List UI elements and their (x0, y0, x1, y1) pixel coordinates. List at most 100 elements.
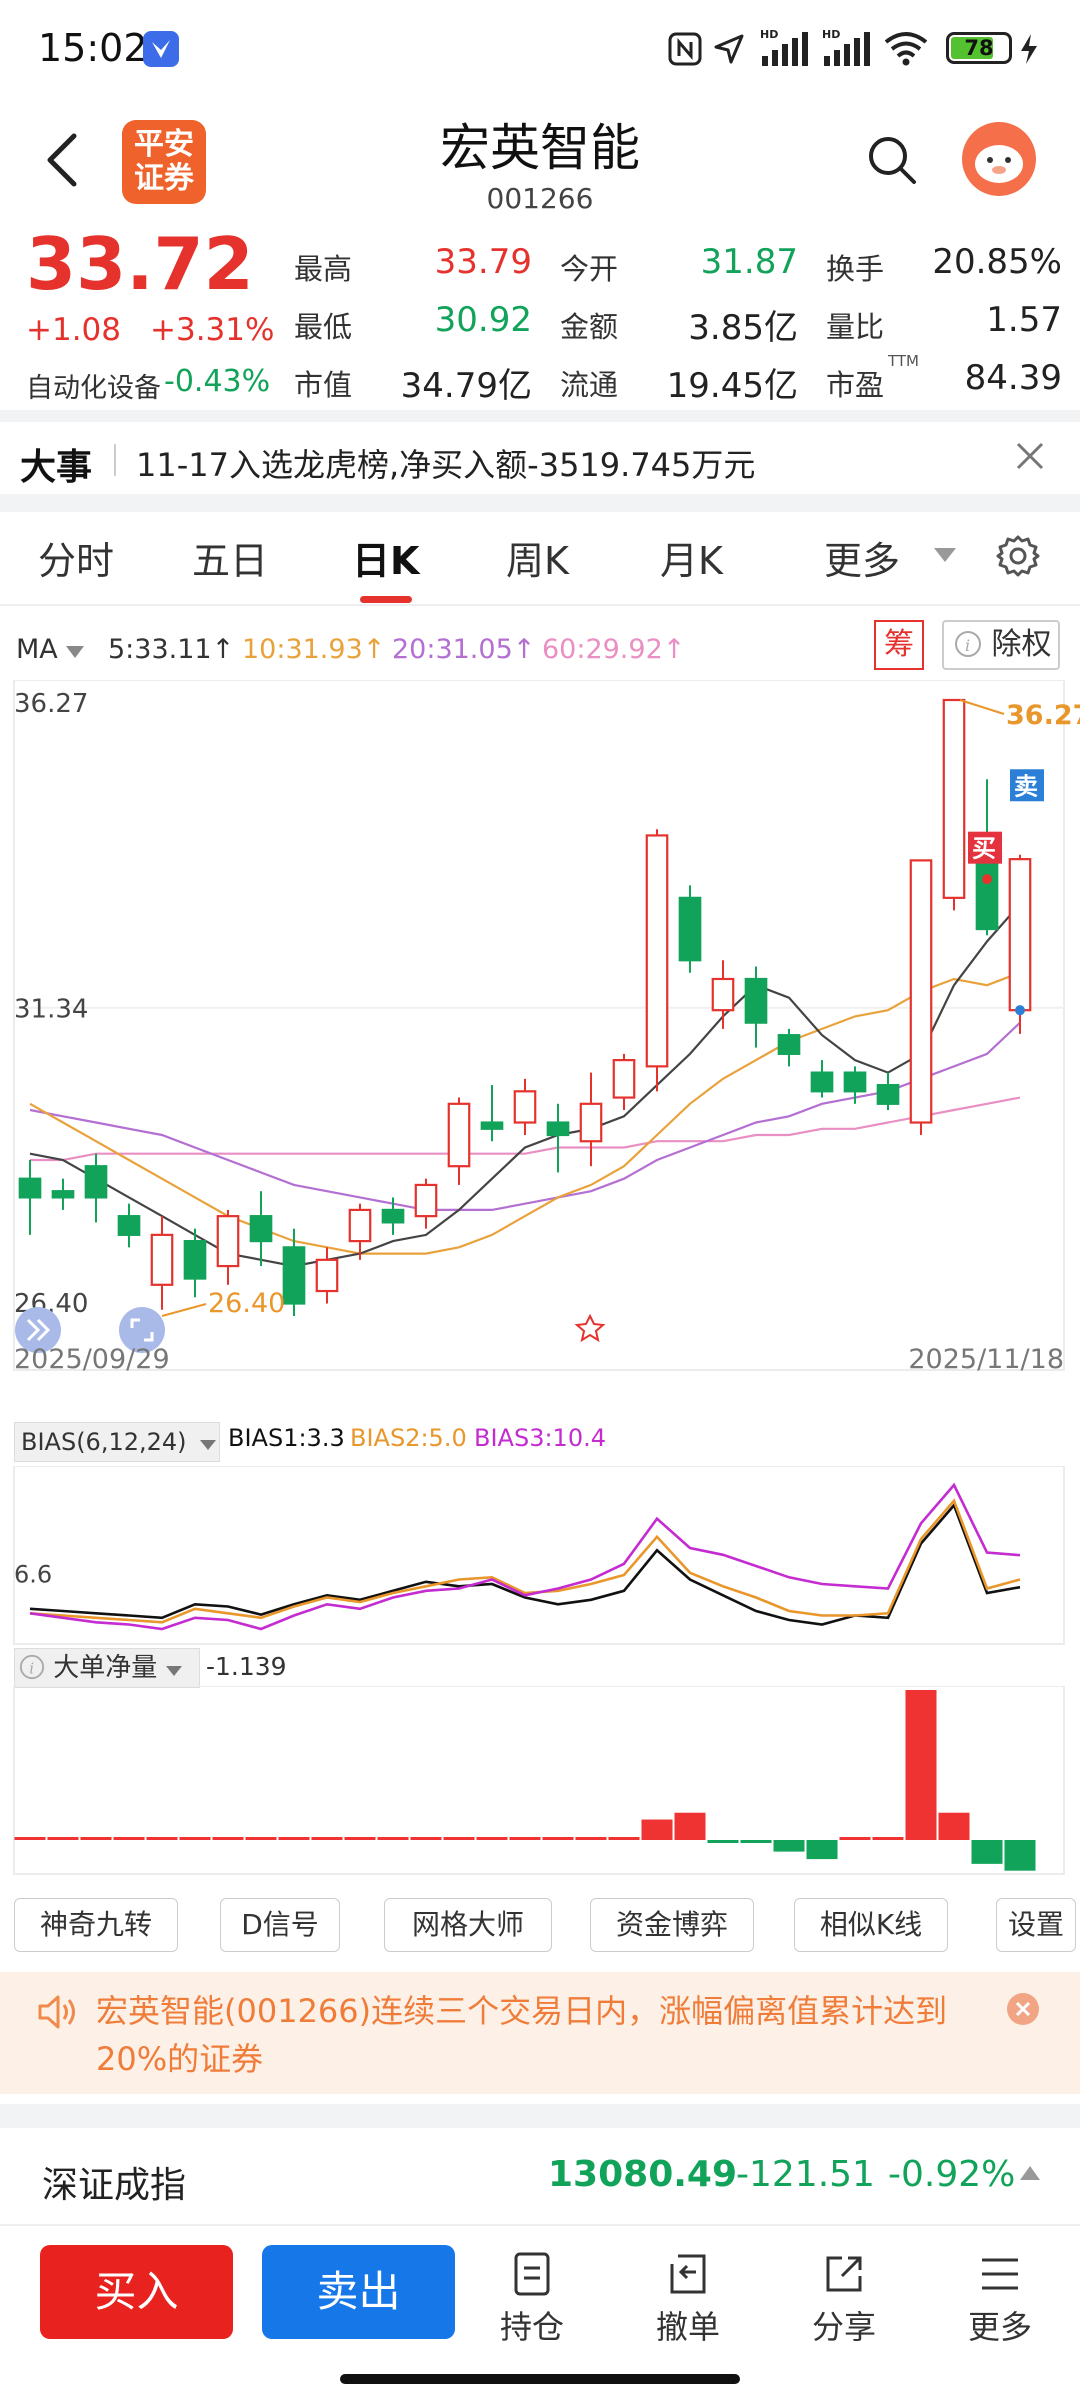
candle[interactable] (810, 1071, 834, 1093)
big-order-bar[interactable] (674, 1812, 706, 1840)
big-order-bar[interactable] (80, 1837, 112, 1840)
more-button[interactable]: 更多 (950, 2250, 1050, 2348)
candle[interactable] (711, 977, 735, 1012)
tab-daily-k[interactable]: 日K (352, 530, 419, 585)
big-order-chart[interactable] (0, 1686, 1080, 1878)
big-order-bar[interactable] (1004, 1840, 1036, 1871)
star-icon[interactable] (574, 1313, 606, 1343)
big-order-selector[interactable]: i 大单净量 (14, 1648, 200, 1688)
positions-button[interactable]: 持仓 (482, 2250, 582, 2348)
user-avatar[interactable] (962, 122, 1036, 196)
tool-button[interactable]: 网格大师 (384, 1898, 552, 1952)
candle[interactable] (1008, 858, 1032, 1012)
tab-weekly-k[interactable]: 周K (506, 530, 569, 585)
big-order-bar[interactable] (905, 1690, 937, 1840)
candle[interactable] (546, 1121, 570, 1137)
big-order-bar[interactable] (872, 1837, 904, 1840)
big-order-bar[interactable] (542, 1837, 574, 1840)
big-order-bar[interactable] (971, 1840, 1003, 1864)
candle[interactable] (282, 1246, 306, 1305)
tool-button[interactable]: 设置 (996, 1898, 1076, 1952)
big-order-bar[interactable] (740, 1840, 772, 1843)
tool-button[interactable]: 资金博弈 (590, 1898, 754, 1952)
big-order-bar[interactable] (179, 1837, 211, 1840)
candle[interactable] (645, 834, 669, 1068)
kline-chart[interactable]: 36.2731.3426.4036.2726.40买卖2025/09/29202… (0, 680, 1080, 1380)
tool-button[interactable]: D信号 (220, 1898, 340, 1952)
big-order-bar[interactable] (443, 1837, 475, 1840)
candle[interactable] (414, 1183, 438, 1218)
bias-selector[interactable]: BIAS(6,12,24) (14, 1422, 220, 1462)
big-order-bar[interactable] (113, 1837, 145, 1840)
candle[interactable] (876, 1083, 900, 1105)
candle[interactable] (843, 1071, 867, 1093)
big-order-bar[interactable] (938, 1812, 970, 1840)
cancel-order-button[interactable]: 撤单 (638, 2250, 738, 2348)
candle[interactable] (579, 1102, 603, 1143)
share-button[interactable]: 分享 (794, 2250, 894, 2348)
candle[interactable] (513, 1090, 537, 1124)
candle[interactable] (777, 1034, 801, 1055)
candle[interactable] (18, 1177, 42, 1199)
chip-distribution-button[interactable]: 筹 (874, 620, 924, 670)
back-arrow-icon[interactable] (44, 132, 80, 188)
home-indicator[interactable] (340, 2374, 740, 2384)
big-order-bar[interactable] (608, 1837, 640, 1840)
big-order-bar[interactable] (806, 1840, 838, 1860)
big-order-bar[interactable] (344, 1837, 376, 1840)
ex-rights-button[interactable]: i 除权 (942, 620, 1060, 670)
candle[interactable] (612, 1059, 636, 1099)
sector-label[interactable]: 自动化设备 (26, 366, 161, 405)
big-order-bar[interactable] (47, 1837, 79, 1840)
big-order-bar[interactable] (707, 1840, 739, 1843)
tab-five-day[interactable]: 五日 (192, 530, 268, 585)
candle[interactable] (150, 1233, 174, 1286)
tab-more[interactable]: 更多 (824, 530, 900, 585)
close-icon[interactable] (1014, 440, 1046, 472)
tool-button[interactable]: 神奇九转 (14, 1898, 178, 1952)
risk-notice[interactable]: 宏英智能(001266)连续三个交易日内，涨幅偏离值累计达到 20%的证券 (0, 1972, 1080, 2094)
candle[interactable] (381, 1208, 405, 1224)
big-order-bar[interactable] (311, 1837, 343, 1840)
candle[interactable] (84, 1165, 108, 1199)
candle[interactable] (51, 1190, 75, 1199)
tool-button[interactable]: 相似K线 (794, 1898, 948, 1952)
candle[interactable] (480, 1121, 504, 1130)
bias-chart[interactable]: 6.6 (0, 1466, 1080, 1646)
big-order-bar[interactable] (278, 1837, 310, 1840)
candle[interactable] (348, 1208, 372, 1243)
tab-intraday[interactable]: 分时 (38, 530, 114, 585)
big-order-bar[interactable] (146, 1837, 178, 1840)
candle[interactable] (744, 977, 768, 1024)
big-order-bar[interactable] (377, 1837, 409, 1840)
sell-button[interactable]: 卖出 (262, 2245, 455, 2339)
candle[interactable] (447, 1102, 471, 1168)
candle[interactable] (909, 859, 933, 1124)
big-order-bar[interactable] (410, 1837, 442, 1840)
close-icon[interactable] (1006, 1992, 1040, 2026)
candle[interactable] (249, 1215, 273, 1243)
ma-selector[interactable]: MA (16, 634, 85, 665)
event-text[interactable]: 11-17入选龙虎榜,净买入额-3519.745万元 (136, 440, 755, 486)
big-order-bar[interactable] (245, 1837, 277, 1840)
candle[interactable] (942, 698, 966, 899)
big-order-bar[interactable] (839, 1837, 871, 1840)
big-order-bar[interactable] (14, 1837, 46, 1840)
big-order-bar[interactable] (641, 1819, 673, 1840)
search-icon[interactable] (866, 134, 918, 186)
big-order-bar[interactable] (476, 1837, 508, 1840)
big-order-bar[interactable] (509, 1837, 541, 1840)
gear-icon[interactable] (996, 534, 1040, 578)
candle[interactable] (678, 896, 702, 962)
candle[interactable] (315, 1258, 339, 1293)
big-order-bar[interactable] (575, 1837, 607, 1840)
candle[interactable] (183, 1240, 207, 1280)
candle[interactable] (216, 1215, 240, 1268)
tab-monthly-k[interactable]: 月K (660, 530, 723, 585)
buy-button[interactable]: 买入 (40, 2245, 233, 2339)
chevron-up-icon[interactable] (1020, 2166, 1040, 2180)
big-order-bar[interactable] (773, 1840, 805, 1852)
candle[interactable] (117, 1215, 141, 1236)
index-name[interactable]: 深证成指 (42, 2156, 186, 2208)
big-order-bar[interactable] (212, 1837, 244, 1840)
